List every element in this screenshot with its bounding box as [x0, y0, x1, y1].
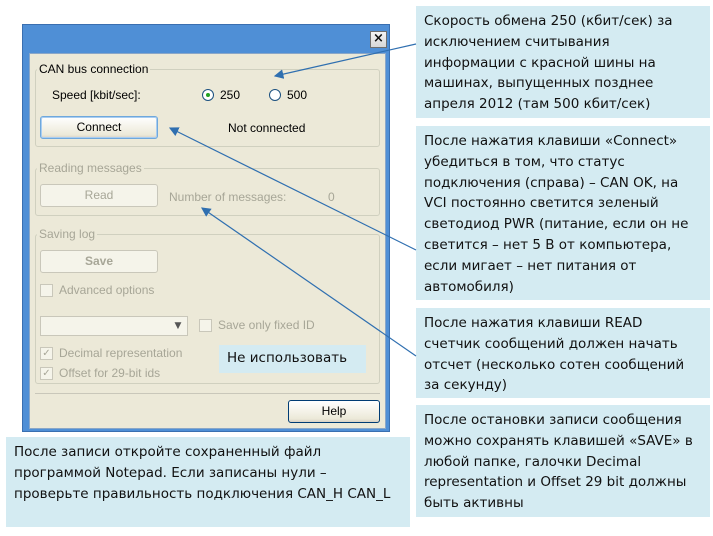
log-format-combo[interactable]: ▼	[40, 316, 188, 336]
message-count-label: Number of messages:	[169, 190, 287, 204]
checkmark-icon: ✓	[42, 348, 51, 359]
save-button[interactable]: Save	[40, 250, 158, 273]
checkmark-icon: ✓	[42, 368, 51, 379]
advanced-options-label: Advanced options	[59, 283, 155, 297]
speed-option-250-label: 250	[220, 88, 241, 102]
callout-notepad: После записи откройте сохраненный файл п…	[6, 437, 410, 527]
callout-no-use: Не использовать	[219, 345, 366, 373]
callout-speed: Скорость обмена 250 (кбит/сек) за исключ…	[416, 6, 710, 118]
radio-selected-dot	[206, 93, 210, 97]
help-button[interactable]: Help	[288, 400, 380, 423]
decimal-representation-label: Decimal representation	[59, 346, 183, 360]
connect-button[interactable]: Connect	[40, 116, 158, 139]
callout-save: После остановки записи сообщения можно с…	[416, 405, 710, 517]
can-bus-group-title: CAN bus connection	[37, 62, 151, 76]
callout-read: После нажатия клавиши READ счетчик сообщ…	[416, 308, 710, 398]
divider	[35, 393, 380, 394]
speed-radio-250[interactable]	[202, 89, 214, 101]
speed-radio-500[interactable]	[269, 89, 281, 101]
speed-label: Speed [kbit/sec]:	[52, 88, 141, 102]
close-icon: ×	[373, 31, 384, 46]
reading-group-title: Reading messages	[37, 161, 144, 175]
message-count-value: 0	[328, 190, 335, 204]
decimal-representation-checkbox[interactable]: ✓	[40, 347, 53, 360]
offset-29bit-checkbox[interactable]: ✓	[40, 367, 53, 380]
advanced-options-checkbox[interactable]	[40, 284, 53, 297]
save-only-fixed-id-label: Save only fixed ID	[218, 318, 315, 332]
callout-connect: После нажатия клавиши «Connect» убедитьс…	[416, 126, 710, 300]
speed-option-500-label: 500	[287, 88, 308, 102]
offset-29bit-label: Offset for 29-bit ids	[59, 366, 161, 380]
save-only-fixed-id-checkbox[interactable]	[199, 319, 212, 332]
chevron-down-icon: ▼	[174, 321, 182, 331]
read-button[interactable]: Read	[40, 184, 158, 207]
connection-status: Not connected	[228, 121, 306, 135]
close-button[interactable]: ×	[370, 31, 387, 48]
saving-group-title: Saving log	[37, 227, 98, 241]
